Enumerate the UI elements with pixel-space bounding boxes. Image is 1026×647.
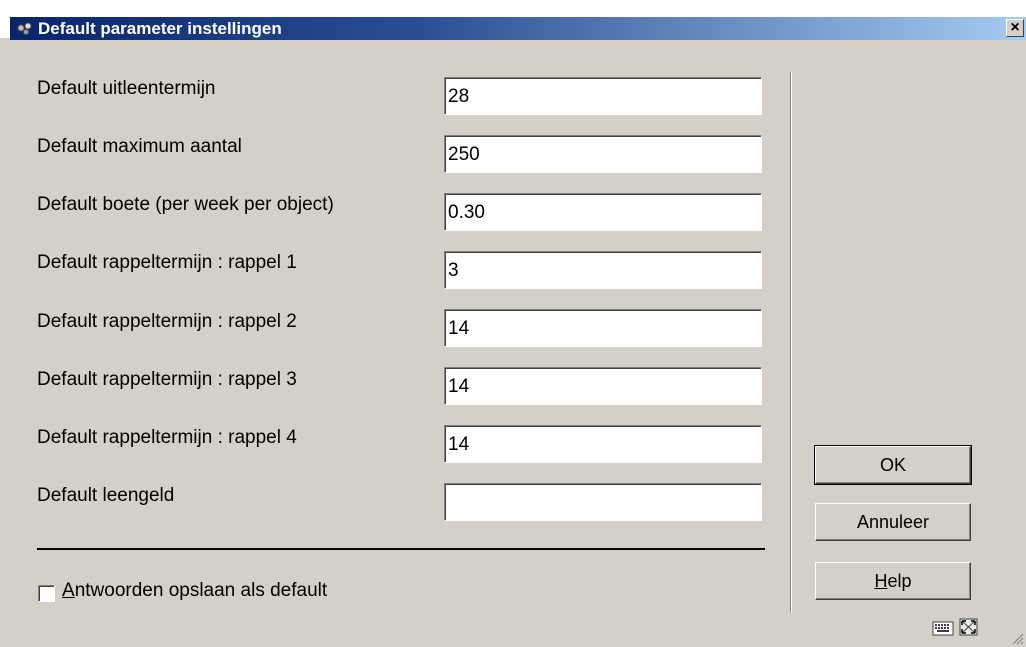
- field-rappel-3[interactable]: 14: [444, 367, 762, 405]
- label-maximum-aantal: Default maximum aantal: [37, 136, 242, 157]
- label-rappel-2: Default rappeltermijn : rappel 2: [37, 311, 297, 332]
- title-bar: Default parameter instellingen ×: [0, 0, 1026, 40]
- close-icon: ×: [1010, 19, 1020, 36]
- save-default-rest: ntwoorden opslaan als default: [74, 580, 328, 601]
- label-leengeld: Default leengeld: [37, 485, 175, 506]
- save-default-accel: A: [62, 580, 75, 601]
- cancel-button[interactable]: Annuleer: [815, 503, 971, 541]
- window-title: Default parameter instellingen: [38, 19, 282, 38]
- ok-button[interactable]: OK: [814, 445, 972, 485]
- resize-grip-icon[interactable]: [1010, 631, 1024, 645]
- label-rappel-1: Default rappeltermijn : rappel 1: [37, 252, 297, 273]
- label-boete: Default boete (per week per object): [37, 194, 334, 215]
- maximize-icon[interactable]: [958, 617, 980, 637]
- help-accel: H: [874, 571, 888, 591]
- help-button[interactable]: Help: [815, 562, 971, 600]
- keyboard-icon[interactable]: [932, 617, 954, 637]
- save-default-checkbox[interactable]: [38, 585, 55, 602]
- close-button[interactable]: ×: [1006, 19, 1024, 37]
- field-maximum-aantal[interactable]: 250: [444, 135, 762, 173]
- label-rappel-3: Default rappeltermijn : rappel 3: [37, 369, 297, 390]
- vertical-divider: [790, 72, 792, 612]
- field-leengeld[interactable]: [444, 483, 762, 521]
- field-rappel-1[interactable]: 3: [444, 251, 762, 289]
- separator-line: [37, 548, 765, 550]
- field-boete[interactable]: 0.30: [444, 193, 762, 231]
- help-rest: elp: [887, 571, 912, 591]
- save-default-label[interactable]: Antwoorden opslaan als default: [62, 580, 327, 602]
- app-icon: [17, 22, 32, 35]
- field-rappel-2[interactable]: 14: [444, 309, 762, 347]
- label-uitleentermijn: Default uitleentermijn: [37, 78, 216, 99]
- field-uitleentermijn[interactable]: 28: [444, 77, 762, 115]
- status-icons: [932, 617, 980, 639]
- label-rappel-4: Default rappeltermijn : rappel 4: [37, 427, 297, 448]
- field-rappel-4[interactable]: 14: [444, 425, 762, 463]
- title-bar-gradient: Default parameter instellingen ×: [10, 17, 1026, 40]
